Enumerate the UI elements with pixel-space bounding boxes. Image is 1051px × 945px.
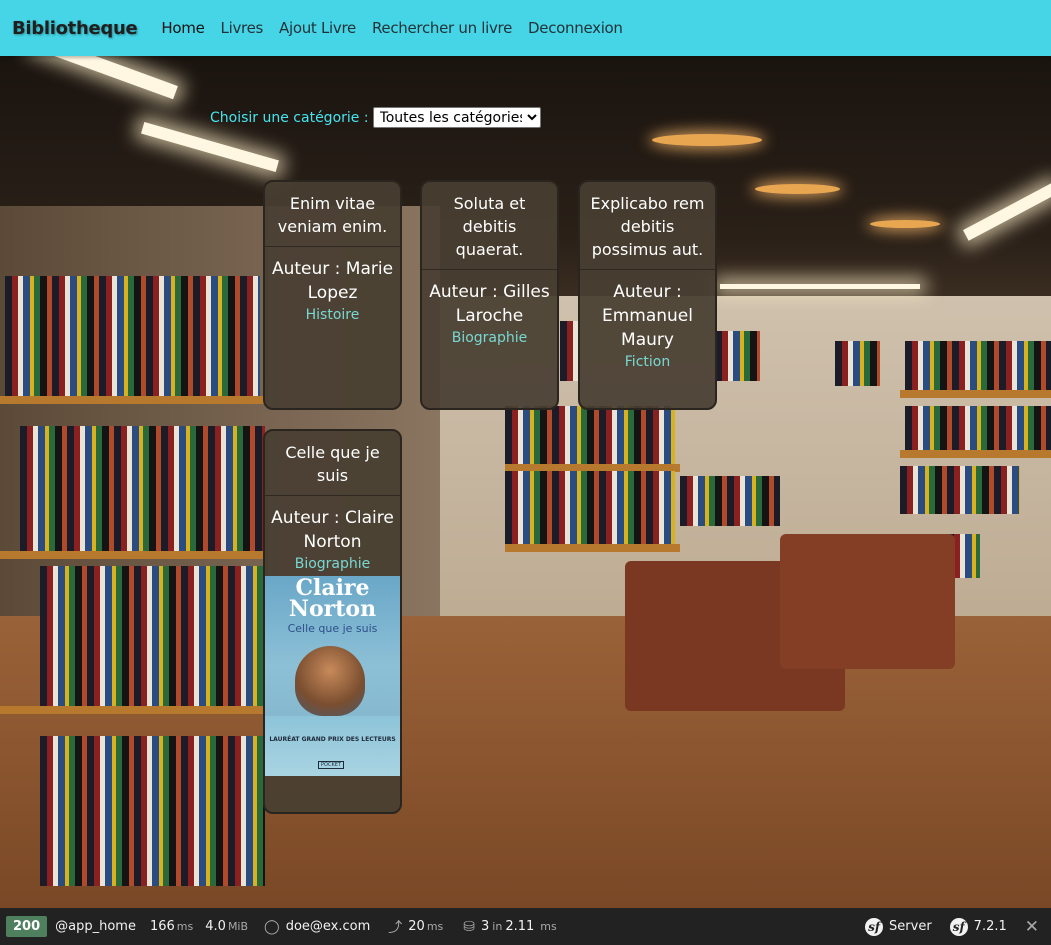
book-meta: Auteur : Gilles Laroche Biographie bbox=[422, 270, 557, 354]
db-time: 2.11 bbox=[505, 919, 535, 934]
server-panel[interactable]: sf Server bbox=[865, 917, 932, 936]
book-card[interactable]: Explicabo rem debitis possimus aut. Aute… bbox=[578, 180, 717, 410]
memory-usage[interactable]: 4.0 MiB bbox=[205, 919, 248, 934]
nav-rechercher[interactable]: Rechercher un livre bbox=[372, 19, 512, 37]
book-title: Explicabo rem debitis possimus aut. bbox=[590, 194, 705, 259]
route-name[interactable]: @app_home bbox=[55, 919, 136, 934]
request-time-value: 166 bbox=[149, 919, 175, 934]
events-value: 20 bbox=[408, 919, 425, 934]
debug-toolbar: 200 @app_home 166 ms 4.0 MiB ◯ doe@ex.co… bbox=[0, 908, 1051, 945]
events-unit: ms bbox=[426, 920, 444, 933]
bookshelf bbox=[680, 476, 780, 526]
cover-publisher: POCKET bbox=[318, 761, 344, 769]
book-author: Auteur : Marie Lopez bbox=[271, 259, 394, 303]
book-category: Biographie bbox=[294, 556, 371, 572]
category-filter-label: Choisir une catégorie : bbox=[210, 109, 369, 126]
bookshelf bbox=[40, 566, 265, 706]
bookshelf bbox=[505, 406, 675, 466]
book-card[interactable]: Enim vitae veniam enim. Auteur : Marie L… bbox=[263, 180, 402, 410]
pendant-lamp bbox=[870, 220, 940, 228]
book-meta: Auteur : Marie Lopez Histoire bbox=[265, 247, 400, 331]
brand-logo[interactable]: Bibliotheque bbox=[12, 18, 138, 39]
bookshelf bbox=[40, 736, 265, 886]
events-icon: ⤴ bbox=[388, 919, 403, 936]
nav-links: Home Livres Ajout Livre Rechercher un li… bbox=[161, 19, 638, 37]
user-email: doe@ex.com bbox=[285, 919, 371, 934]
memory-value: 4.0 bbox=[205, 919, 226, 934]
cover-award: LAURÉAT GRAND PRIX DES LECTEURS bbox=[269, 736, 396, 743]
request-time-unit: ms bbox=[176, 920, 194, 933]
book-meta: Auteur : Claire Norton Biographie bbox=[265, 496, 400, 576]
cover-author: Claire Norton bbox=[288, 575, 377, 622]
bookshelf bbox=[905, 341, 1051, 391]
shelf-board bbox=[0, 706, 265, 714]
category-filter: Choisir une catégorie : Toutes les catég… bbox=[210, 107, 541, 128]
book-author: Auteur : Gilles Laroche bbox=[429, 282, 550, 326]
book-meta: Auteur : Emmanuel Maury Fiction bbox=[580, 270, 715, 378]
toolbar-right: sf Server sf 7.2.1 ✕ bbox=[853, 908, 1051, 945]
version-panel[interactable]: sf 7.2.1 bbox=[949, 917, 1007, 936]
bookshelf bbox=[835, 341, 880, 386]
close-icon[interactable]: ✕ bbox=[1025, 917, 1039, 937]
nav-livres[interactable]: Livres bbox=[221, 19, 264, 37]
request-time[interactable]: 166 ms bbox=[150, 919, 193, 934]
database-icon: ⛁ bbox=[463, 918, 476, 935]
status-code-badge[interactable]: 200 bbox=[6, 916, 48, 937]
book-title: Soluta et debitis quaerat. bbox=[453, 194, 526, 259]
security-user[interactable]: ◯ doe@ex.com bbox=[264, 919, 370, 935]
db-unit: ms bbox=[540, 920, 557, 933]
shelf-board bbox=[900, 390, 1051, 398]
server-label: Server bbox=[889, 919, 932, 934]
shelf-board bbox=[505, 544, 680, 552]
nav-deconnexion[interactable]: Deconnexion bbox=[528, 19, 623, 37]
book-category: Histoire bbox=[305, 307, 360, 323]
db-queries: 3 bbox=[481, 919, 490, 934]
shelf-board bbox=[0, 396, 265, 404]
bookshelf bbox=[20, 426, 265, 551]
bookshelf bbox=[505, 471, 675, 551]
bookshelf bbox=[560, 321, 580, 381]
armchair bbox=[780, 534, 955, 669]
cover-title: Celle que je suis bbox=[287, 622, 378, 635]
book-card[interactable]: Soluta et debitis quaerat. Auteur : Gill… bbox=[420, 180, 559, 410]
nav-ajout-livre[interactable]: Ajout Livre bbox=[279, 19, 356, 37]
pendant-lamp bbox=[755, 184, 840, 194]
symfony-icon: sf bbox=[865, 917, 884, 936]
book-author: Auteur : Claire Norton bbox=[271, 508, 394, 552]
navbar: Bibliotheque Home Livres Ajout Livre Rec… bbox=[0, 0, 1051, 56]
pendant-lamp bbox=[652, 134, 762, 146]
bookshelf bbox=[5, 276, 260, 396]
bookshelf bbox=[715, 331, 760, 381]
symfony-version: 7.2.1 bbox=[973, 919, 1007, 934]
book-category: Biographie bbox=[451, 330, 528, 346]
events-panel[interactable]: ⤴ 20 ms bbox=[388, 917, 443, 937]
bookshelf bbox=[905, 406, 1051, 451]
book-category: Fiction bbox=[624, 354, 671, 370]
nav-home[interactable]: Home bbox=[161, 19, 204, 37]
book-title: Celle que je suis bbox=[285, 443, 380, 485]
cover-figures bbox=[295, 646, 365, 716]
shelf-board bbox=[900, 450, 1051, 458]
symfony-icon: sf bbox=[949, 917, 968, 936]
book-author: Auteur : Emmanuel Maury bbox=[601, 282, 693, 350]
bookshelf bbox=[900, 466, 1020, 514]
book-card[interactable]: Celle que je suis Auteur : Claire Norton… bbox=[263, 429, 402, 814]
database-panel[interactable]: ⛁ 3 in 2.11 ms bbox=[463, 919, 556, 935]
category-select[interactable]: Toutes les catégories bbox=[372, 107, 541, 128]
db-in: in bbox=[492, 920, 503, 933]
memory-unit: MiB bbox=[227, 920, 249, 933]
shelf-board bbox=[0, 551, 265, 559]
book-cover-image: Claire Norton Celle que je suis LAURÉAT … bbox=[265, 576, 400, 776]
book-title: Enim vitae veniam enim. bbox=[277, 194, 388, 236]
user-icon: ◯ bbox=[264, 918, 280, 935]
ceiling-light bbox=[720, 284, 920, 289]
